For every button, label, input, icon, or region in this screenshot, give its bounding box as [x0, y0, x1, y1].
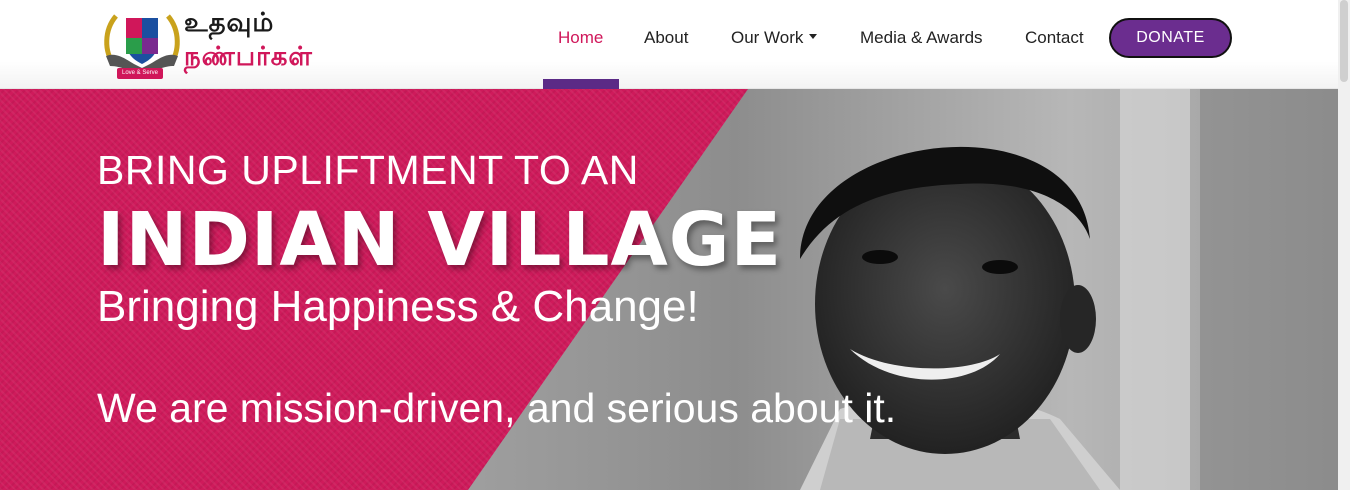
nav-active-indicator	[543, 79, 619, 89]
logo-title-line-1: உதவும்	[184, 8, 275, 38]
hero-banner: BRING UPLIFTMENT TO AN INDIAN VILLAGE Br…	[0, 89, 1338, 490]
hero-heading-main: INDIAN VILLAGE	[97, 197, 783, 283]
site-logo[interactable]: உதவும் நண்பர்கள் Love & Serve	[100, 6, 325, 82]
nav-about[interactable]: About	[644, 28, 688, 50]
caret-down-icon	[809, 34, 818, 40]
nav-media-awards[interactable]: Media & Awards	[860, 28, 983, 50]
site-header: உதவும் நண்பர்கள் Love & Serve Home About…	[0, 0, 1338, 89]
nav-our-work[interactable]: Our Work	[731, 28, 818, 50]
logo-tagline: Love & Serve	[117, 68, 163, 79]
hero-subheading: Bringing Happiness & Change!	[97, 282, 699, 331]
nav-our-work-label: Our Work	[731, 28, 804, 47]
nav-contact[interactable]: Contact	[1025, 28, 1084, 50]
logo-title-line-2: நண்பர்கள்	[184, 42, 313, 72]
scrollbar-thumb[interactable]	[1340, 0, 1348, 82]
nav-home[interactable]: Home	[558, 28, 603, 50]
hero-mission-text: We are mission-driven, and serious about…	[97, 385, 897, 431]
donate-button[interactable]: DONATE	[1109, 18, 1232, 58]
hero-heading-line-1: BRING UPLIFTMENT TO AN	[97, 147, 639, 193]
